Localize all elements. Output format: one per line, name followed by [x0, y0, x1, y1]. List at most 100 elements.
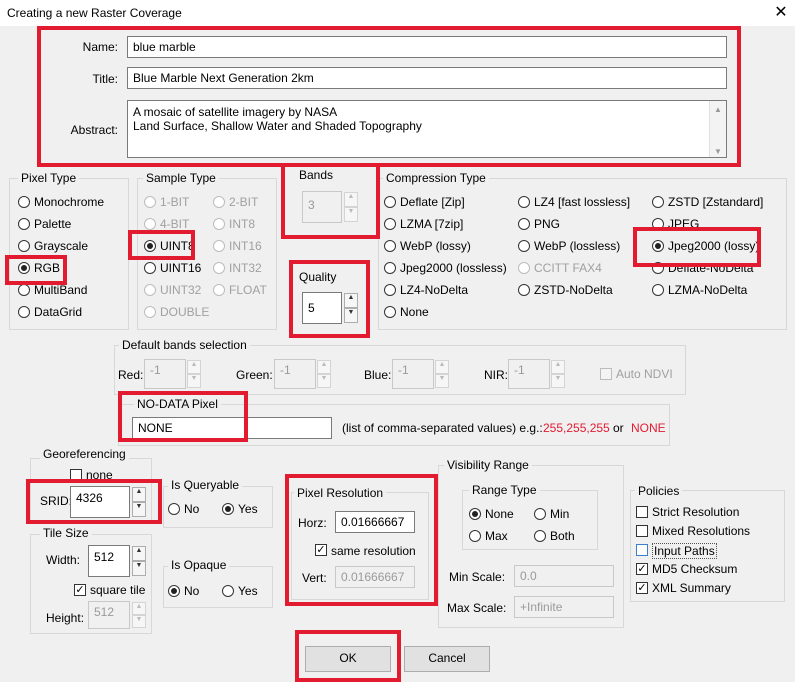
range-both-radio[interactable]	[534, 530, 546, 542]
md5-checksum-checkbox[interactable]: ✓	[636, 563, 648, 575]
tile-height-label: Height:	[46, 611, 85, 625]
comp-zstd-radio[interactable]	[652, 196, 664, 208]
range-type-group	[462, 490, 598, 550]
opaque-yes-radio[interactable]	[222, 585, 234, 597]
blue-band-label: Blue:	[364, 368, 392, 382]
comp-deflate-label: Deflate [Zip]	[400, 195, 465, 209]
comp-webp-lossy-radio[interactable]	[384, 240, 396, 252]
close-icon[interactable]: ✕	[770, 3, 792, 23]
min-scale-input[interactable]: 0.0	[514, 565, 614, 587]
red-band-label: Red:	[118, 368, 144, 382]
auto-ndvi-checkbox[interactable]	[600, 368, 612, 380]
green-band-down-icon[interactable]: ▼	[317, 374, 331, 388]
nir-band-label: NIR:	[484, 368, 508, 382]
comp-deflate-radio[interactable]	[384, 196, 396, 208]
red-band-up-icon[interactable]: ▲	[187, 360, 201, 374]
blue-band-down-icon[interactable]: ▼	[435, 374, 449, 388]
sample-int8-label: INT8	[229, 217, 256, 231]
red-band-input[interactable]: -1	[144, 359, 186, 389]
green-band-up-icon[interactable]: ▲	[317, 360, 331, 374]
comp-webp-lossy-label: WebP (lossy)	[400, 239, 471, 253]
sample-int32-radio[interactable]	[213, 262, 225, 274]
range-min-radio[interactable]	[534, 508, 546, 520]
comp-png-radio[interactable]	[518, 218, 530, 230]
pixel-grayscale-radio[interactable]	[18, 240, 30, 252]
comp-ccitt-radio[interactable]	[518, 262, 530, 274]
pixel-monochrome-radio[interactable]	[18, 196, 30, 208]
sample-4bit-radio[interactable]	[144, 218, 156, 230]
red-band-down-icon[interactable]: ▼	[187, 374, 201, 388]
strict-resolution-checkbox[interactable]	[636, 506, 648, 518]
nir-band-up-icon[interactable]: ▲	[551, 360, 565, 374]
comp-jpeg2000-lossless-radio[interactable]	[384, 262, 396, 274]
range-max-radio[interactable]	[469, 530, 481, 542]
max-scale-input[interactable]: +Infinite	[514, 596, 614, 618]
xml-summary-checkbox[interactable]: ✓	[636, 582, 648, 594]
sample-uint16-radio[interactable]	[144, 262, 156, 274]
red-band-spinner[interactable]: ▲ ▼	[187, 360, 201, 388]
xml-summary-label: XML Summary	[652, 581, 731, 595]
queryable-title: Is Queryable	[168, 478, 243, 492]
sample-uint32-radio[interactable]	[144, 284, 156, 296]
blue-band-spinner[interactable]: ▲ ▼	[435, 360, 449, 388]
highlight-pixel-resolution	[285, 474, 438, 606]
blue-band-input[interactable]: -1	[392, 359, 434, 389]
comp-none-radio[interactable]	[384, 306, 396, 318]
green-band-spinner[interactable]: ▲ ▼	[317, 360, 331, 388]
tile-width-up-icon[interactable]: ▲	[132, 546, 146, 561]
opaque-no-radio[interactable]	[168, 585, 180, 597]
queryable-yes-label: Yes	[238, 502, 258, 516]
sample-int16-radio[interactable]	[213, 240, 225, 252]
min-scale-label: Min Scale:	[449, 570, 506, 584]
highlight-compression	[633, 227, 761, 267]
sample-2bit-radio[interactable]	[213, 196, 225, 208]
nir-band-down-icon[interactable]: ▼	[551, 374, 565, 388]
input-paths-checkbox[interactable]	[636, 544, 648, 556]
tile-width-down-icon[interactable]: ▼	[132, 561, 146, 576]
input-paths-label: Input Paths	[652, 543, 717, 559]
comp-lzma-nodelta-radio[interactable]	[652, 284, 664, 296]
green-band-label: Green:	[236, 368, 273, 382]
nir-band-input[interactable]: -1	[508, 359, 550, 389]
comp-lz4-radio[interactable]	[518, 196, 530, 208]
sample-1bit-radio[interactable]	[144, 196, 156, 208]
tile-width-input[interactable]: 512	[88, 545, 130, 577]
comp-lzma-radio[interactable]	[384, 218, 396, 230]
comp-lz4-nodelta-radio[interactable]	[384, 284, 396, 296]
pixel-datagrid-label: DataGrid	[34, 305, 83, 319]
queryable-no-label: No	[184, 502, 200, 516]
tile-height-spinner[interactable]: ▲ ▼	[132, 602, 146, 628]
square-tile-checkbox[interactable]: ✓	[74, 584, 86, 596]
visibility-title: Visibility Range	[444, 458, 532, 472]
tile-height-down-icon[interactable]: ▼	[132, 615, 146, 628]
comp-zstd-nodelta-radio[interactable]	[518, 284, 530, 296]
square-tile-label: square tile	[90, 583, 146, 597]
range-max-label: Max	[485, 529, 508, 543]
pixel-datagrid-radio[interactable]	[18, 306, 30, 318]
queryable-yes-radio[interactable]	[222, 503, 234, 515]
blue-band-up-icon[interactable]: ▲	[435, 360, 449, 374]
tile-height-up-icon[interactable]: ▲	[132, 602, 146, 615]
comp-lzma-nodelta-label: LZMA-NoDelta	[668, 283, 748, 297]
cancel-button[interactable]: Cancel	[404, 646, 490, 672]
georef-title: Georeferencing	[40, 447, 129, 461]
strict-resolution-label: Strict Resolution	[652, 505, 740, 519]
sample-float-radio[interactable]	[213, 284, 225, 296]
sample-double-label: DOUBLE	[160, 305, 210, 319]
comp-ccitt-label: CCITT FAX4	[534, 261, 602, 275]
comp-webp-lossless-radio[interactable]	[518, 240, 530, 252]
sample-double-radio[interactable]	[144, 306, 156, 318]
pixel-multiband-radio[interactable]	[18, 284, 30, 296]
range-none-radio[interactable]	[469, 508, 481, 520]
opaque-title: Is Opaque	[168, 558, 230, 572]
queryable-no-radio[interactable]	[168, 503, 180, 515]
green-band-input[interactable]: -1	[274, 359, 316, 389]
nir-band-spinner[interactable]: ▲ ▼	[551, 360, 565, 388]
tile-height-input[interactable]: 512	[88, 601, 130, 629]
sample-int32-label: INT32	[229, 261, 262, 275]
highlight-nodata	[118, 391, 248, 442]
tile-width-spinner[interactable]: ▲ ▼	[132, 546, 146, 576]
sample-int8-radio[interactable]	[213, 218, 225, 230]
pixel-palette-radio[interactable]	[18, 218, 30, 230]
mixed-resolutions-checkbox[interactable]	[636, 525, 648, 537]
